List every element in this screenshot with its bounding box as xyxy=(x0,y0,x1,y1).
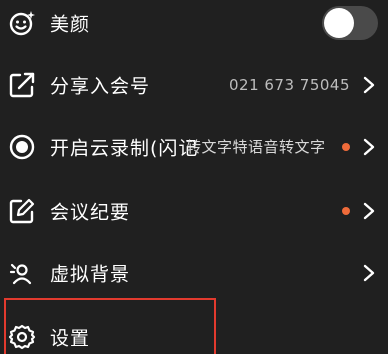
speech-to-text-overlay: 转文字特语音转文字 xyxy=(186,138,326,156)
menu-item-label: 分享入会号 xyxy=(50,75,151,98)
notification-dot xyxy=(342,207,350,215)
meeting-more-menu: 美颜 分享入会号 021 673 75045 开启云录制(闪记 会议纪要 虚拟背… xyxy=(0,0,388,354)
record-icon xyxy=(9,134,35,160)
share-out-icon xyxy=(9,72,35,98)
menu-item-label: 开启云录制(闪记 xyxy=(50,137,199,160)
toggle-knob xyxy=(324,8,354,38)
chevron-right-icon xyxy=(363,264,375,282)
beauty-toggle[interactable] xyxy=(322,6,378,40)
smile-sparkle-icon xyxy=(9,11,35,36)
notification-dot xyxy=(342,143,350,151)
menu-item-beauty[interactable]: 美颜 xyxy=(0,0,388,54)
edit-note-icon xyxy=(9,198,35,224)
settings-highlight-box xyxy=(4,298,216,354)
menu-item-virtual-background[interactable]: 虚拟背景 xyxy=(0,242,388,304)
menu-item-label: 会议纪要 xyxy=(50,201,131,224)
person-background-icon xyxy=(9,263,32,285)
menu-item-meeting-minutes[interactable]: 会议纪要 xyxy=(0,180,388,242)
menu-item-label: 虚拟背景 xyxy=(50,263,131,286)
menu-item-label: 美颜 xyxy=(50,13,91,36)
chevron-right-icon xyxy=(363,76,375,94)
menu-item-share-meeting-id[interactable]: 分享入会号 021 673 75045 xyxy=(0,54,388,116)
meeting-id-value: 021 673 75045 xyxy=(228,76,350,94)
chevron-right-icon xyxy=(363,138,375,156)
chevron-right-icon xyxy=(363,202,375,220)
